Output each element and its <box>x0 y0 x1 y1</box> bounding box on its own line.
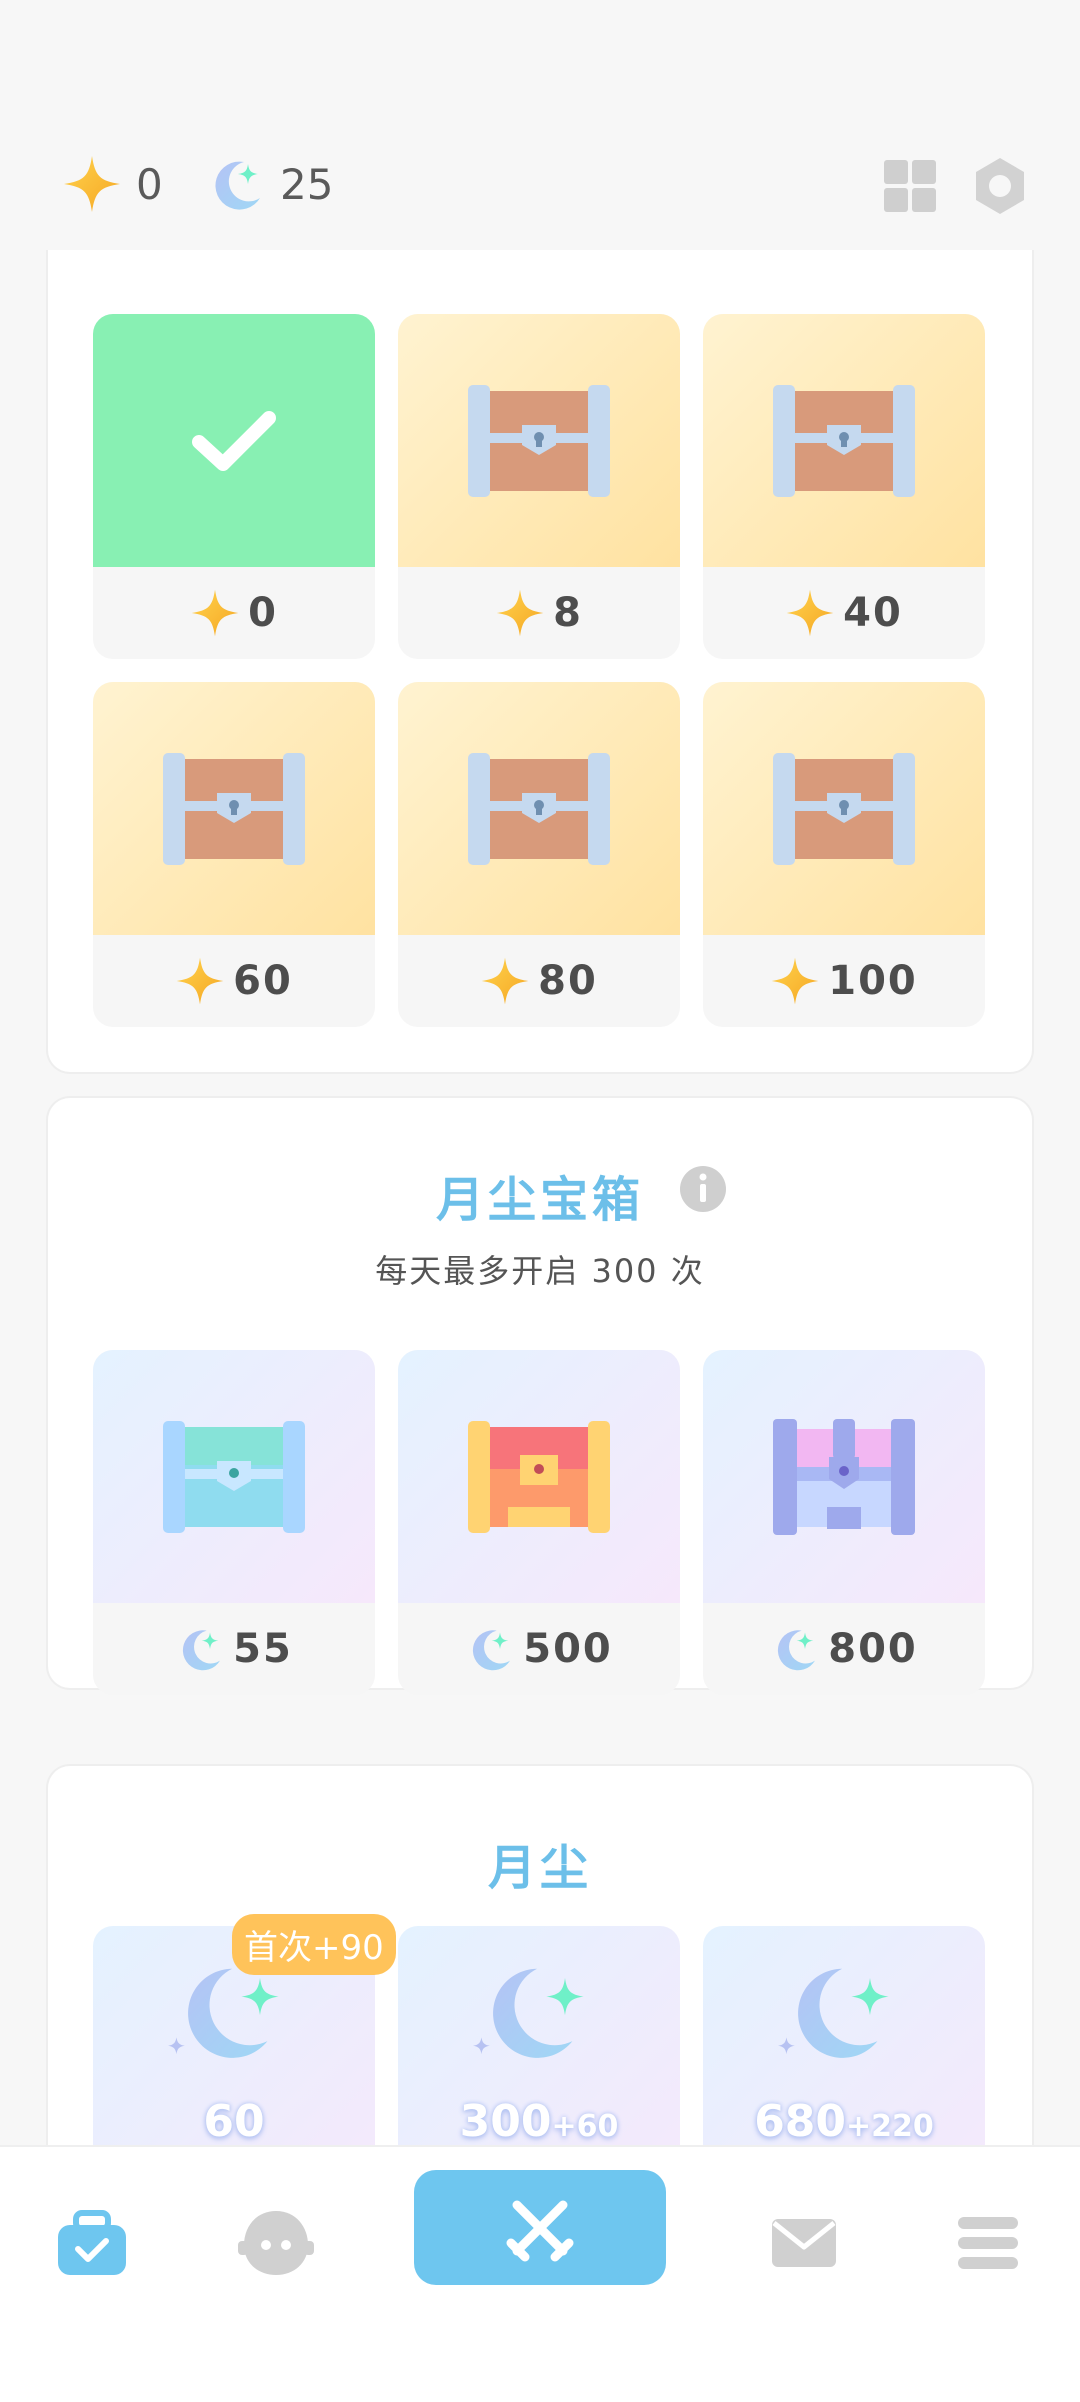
top-bar: 0 25 <box>0 140 1080 230</box>
info-icon[interactable] <box>678 1164 728 1214</box>
star-icon <box>770 956 820 1006</box>
pack-amount: 680+220 <box>754 2096 934 2145</box>
swords-icon <box>506 2200 574 2261</box>
chest-price: 8 <box>398 567 680 659</box>
star-icon <box>175 956 225 1006</box>
moondust-pack[interactable]: 300+60 <box>398 1926 680 2145</box>
chest-icon <box>464 749 614 869</box>
star-chest-tile[interactable]: 80 <box>398 682 680 1027</box>
card-title: 月尘宝箱 <box>435 1172 644 1228</box>
moon-icon <box>464 1952 614 2082</box>
battle-button[interactable] <box>414 2170 666 2285</box>
card-subtitle: 每天最多开启 300 次 <box>375 1252 705 1290</box>
chest-icon <box>464 1417 614 1537</box>
pack-amount: 300+60 <box>459 2096 619 2145</box>
star-icon <box>495 588 545 638</box>
star-chest-tile[interactable]: 60 <box>93 682 375 1027</box>
moondust-count: 25 <box>280 159 334 209</box>
chest-price: 500 <box>398 1603 680 1695</box>
chest-icon <box>769 1417 919 1537</box>
first-purchase-badge: 首次+90 <box>232 1914 396 1975</box>
chest-icon <box>769 381 919 501</box>
moondust-chest-card: 月尘宝箱 每天最多开启 300 次 55 500 800 <box>48 1098 1032 1695</box>
star-chest-tile[interactable]: 0 <box>93 314 375 659</box>
stars-balance: 0 <box>62 154 163 214</box>
star-icon <box>480 956 530 1006</box>
pack-amount: 60 <box>203 2096 265 2145</box>
chest-price: 800 <box>703 1603 985 1695</box>
card-title: 月尘 <box>487 1840 592 1896</box>
check-icon <box>192 410 276 471</box>
chest-price: 80 <box>398 935 680 1027</box>
moondust-pack[interactable]: 680+220 <box>703 1926 985 2145</box>
star-icon <box>785 588 835 638</box>
settings-icon[interactable] <box>970 156 1030 216</box>
grid-icon[interactable] <box>880 156 940 216</box>
moondust-chest-tile[interactable]: 500 <box>398 1350 680 1695</box>
chest-price: 40 <box>703 567 985 659</box>
chest-icon <box>464 381 614 501</box>
content-scroll[interactable]: 0 8 40 60 80 100 月尘宝箱 每天最多开启 300 次 55 50… <box>0 250 1080 2145</box>
mail-icon[interactable] <box>766 2205 842 2281</box>
menu-icon[interactable] <box>950 2205 1026 2281</box>
chest-price: 60 <box>93 935 375 1027</box>
star-chest-card: 0 8 40 60 80 100 <box>48 250 1032 1072</box>
chest-price: 55 <box>93 1603 375 1695</box>
chest-price: 0 <box>93 567 375 659</box>
star-chest-tile[interactable]: 40 <box>703 314 985 659</box>
moondust-balance: 25 <box>206 154 333 214</box>
moon-icon <box>770 1624 820 1674</box>
bottom-tab-bar <box>0 2145 1080 2402</box>
moon-icon <box>769 1952 919 2082</box>
star-icon <box>62 154 122 214</box>
chest-icon <box>159 1417 309 1537</box>
moondust-chest-tile[interactable]: 55 <box>93 1350 375 1695</box>
moondust-chest-tile[interactable]: 800 <box>703 1350 985 1695</box>
chest-icon <box>769 749 919 869</box>
chest-price: 100 <box>703 935 985 1027</box>
star-chest-tile[interactable]: 100 <box>703 682 985 1027</box>
stars-count: 0 <box>136 159 163 209</box>
moon-icon <box>175 1624 225 1674</box>
moon-icon <box>206 154 266 214</box>
character-icon[interactable] <box>238 2205 314 2281</box>
chest-icon <box>159 749 309 869</box>
bag-icon[interactable] <box>54 2205 130 2281</box>
moon-icon <box>465 1624 515 1674</box>
star-chest-tile[interactable]: 8 <box>398 314 680 659</box>
moondust-shop-card: 月尘 60 首次+90 300+60 680+220 <box>48 1766 1032 2145</box>
star-icon <box>190 588 240 638</box>
